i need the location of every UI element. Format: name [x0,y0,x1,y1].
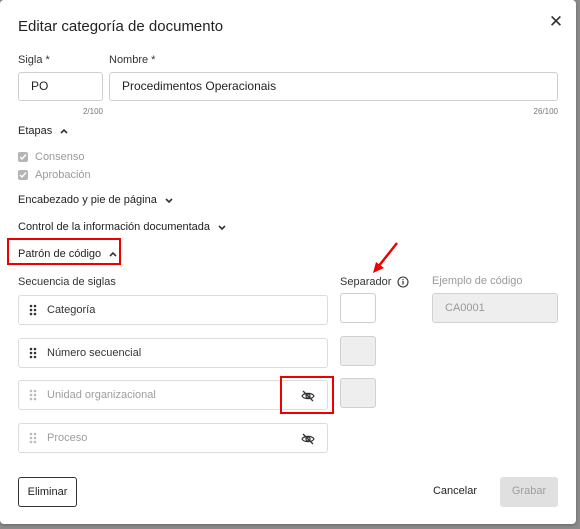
ejemplo-label: Ejemplo de código [432,275,523,287]
chevron-down-icon [218,225,226,231]
etapas-label: Etapas [18,125,53,137]
sequence-item-label: Proceso [47,432,88,444]
separator-input-3 [340,378,376,408]
sequence-item-label: Unidad organizacional [47,389,156,401]
sequence-item-proceso[interactable]: Proceso [18,423,328,453]
info-icon[interactable] [397,276,409,288]
separador-header: Separador [340,276,409,288]
sigla-counter: 2/100 [82,107,103,116]
checkbox-label: Consenso [35,151,85,163]
nombre-input[interactable]: Procedimentos Operacionais [109,72,558,101]
sequence-item-label: Número secuencial [47,347,142,359]
drag-handle-icon[interactable] [29,347,37,359]
annotation-arrow [373,242,398,273]
section-patron[interactable]: Patrón de código [18,248,119,260]
separador-label: Separador [340,276,392,288]
chevron-up-icon [60,128,68,134]
checkbox-consenso[interactable]: Consenso [18,151,85,163]
eye-off-icon[interactable] [301,432,315,446]
section-etapas[interactable]: Etapas [18,125,70,137]
chevron-down-icon [165,198,173,204]
secuencia-label: Secuencia de siglas [18,276,116,288]
separator-input-1[interactable] [340,293,376,323]
code-example-field: CA0001 [432,293,558,323]
checkbox-aprobacion[interactable]: Aprobación [18,169,91,181]
drag-handle-icon[interactable] [29,304,37,316]
section-encabezado[interactable]: Encabezado y pie de página [18,194,175,206]
sigla-label: Sigla * [18,54,50,66]
sequence-item-unidad[interactable]: Unidad organizacional [18,380,328,410]
sequence-item-categoria[interactable]: Categoría [18,295,328,325]
save-button[interactable]: Grabar [500,477,558,507]
sequence-item-label: Categoría [47,304,96,316]
nombre-counter: 26/100 [533,107,558,116]
cancel-button[interactable]: Cancelar [424,477,486,507]
drag-handle-icon[interactable] [29,432,37,444]
eye-off-icon[interactable] [301,389,315,403]
checkbox-checked-icon [18,152,28,162]
drag-handle-icon[interactable] [29,389,37,401]
delete-button[interactable]: Eliminar [18,477,77,507]
patron-label: Patrón de código [18,248,102,260]
checkbox-checked-icon [18,170,28,180]
encabezado-label: Encabezado y pie de página [18,194,157,206]
chevron-up-icon [109,251,117,257]
section-control[interactable]: Control de la información documentada [18,221,228,233]
control-label: Control de la información documentada [18,221,211,233]
close-icon[interactable]: ✕ [546,12,566,32]
sequence-item-numero[interactable]: Número secuencial [18,338,328,368]
separator-input-2 [340,336,376,366]
nombre-label: Nombre * [109,54,156,66]
sigla-input[interactable]: PO [18,72,103,101]
dialog-title: Editar categoría de documento [18,18,224,35]
checkbox-label: Aprobación [35,169,91,181]
edit-category-dialog: Editar categoría de documento ✕ Sigla * … [0,0,576,524]
